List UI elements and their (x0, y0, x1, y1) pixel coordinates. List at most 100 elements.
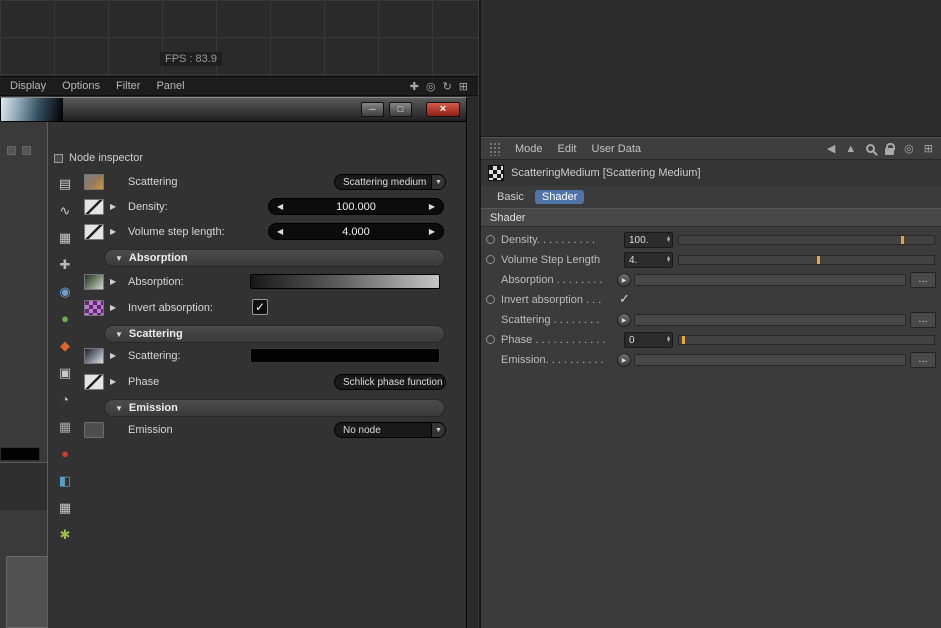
scattering-shader-field[interactable] (634, 314, 906, 326)
phase-slider[interactable] (678, 335, 935, 345)
checker-icon[interactable]: ▦ (56, 417, 74, 435)
scattering-section-header[interactable]: ▼ Scattering (104, 325, 445, 343)
volume-step-input[interactable]: 4. ▴ ▾ (624, 252, 673, 268)
tab-basic[interactable]: Basic (490, 190, 531, 204)
rotate-icon[interactable]: ↻ (443, 80, 452, 93)
absorption-section-header[interactable]: ▼ Absorption (104, 249, 445, 267)
checker-thumbnail-icon[interactable] (84, 300, 104, 316)
absorption-gradient-field[interactable] (250, 274, 440, 289)
scattering-color-field[interactable] (250, 348, 440, 363)
keyframe-dot[interactable] (486, 295, 495, 304)
tab-shader[interactable]: Shader (534, 189, 585, 204)
picture-icon[interactable]: ▦ (56, 498, 74, 516)
density-slider[interactable] (678, 235, 935, 245)
volume-step-slider[interactable] (678, 255, 935, 265)
menu-mode[interactable]: Mode (515, 143, 543, 155)
blue-material-icon[interactable]: ◉ (56, 282, 74, 300)
monitor-icon[interactable]: ▣ (56, 363, 74, 381)
phase-input[interactable]: 0 ▴ ▾ (624, 332, 673, 348)
section-collapse-icon[interactable]: ▼ (115, 254, 123, 263)
gradient-thumbnail-icon[interactable] (84, 348, 104, 364)
spinner-icon[interactable]: ▴ ▾ (667, 235, 672, 244)
spinner-icon[interactable]: ▴ ▾ (667, 335, 672, 344)
spline-icon[interactable]: ∿ (56, 201, 74, 219)
expander-icon[interactable]: ▶ (110, 202, 116, 211)
absorption-browse-button[interactable]: ... (910, 272, 936, 288)
menu-filter[interactable]: Filter (116, 80, 140, 92)
minimize-button[interactable]: ─ (361, 102, 384, 117)
red-material-icon[interactable]: ● (56, 444, 74, 462)
viewport-3d[interactable]: FPS : 83.9 (0, 0, 478, 76)
star-icon[interactable]: ✱ (56, 525, 74, 543)
keyframe-dot[interactable] (486, 255, 495, 264)
expand-play-icon[interactable]: ▶ (617, 273, 631, 287)
orange-drop-icon[interactable]: ◆ (56, 336, 74, 354)
axis-icon[interactable]: ✚ (56, 255, 74, 273)
expander-icon[interactable]: ▶ (110, 351, 116, 360)
emission-section-header[interactable]: ▼ Emission (104, 399, 445, 417)
sidebar-mini-icon[interactable] (7, 146, 16, 155)
increment-icon[interactable]: ▶ (429, 202, 435, 211)
drag-handle[interactable] (489, 141, 500, 156)
invert-absorption-checkbox[interactable]: ✓ (252, 299, 268, 315)
slider-marker[interactable] (900, 236, 904, 244)
toggle-view-icon[interactable]: ⊞ (459, 80, 468, 93)
green-sphere-icon[interactable]: ● (56, 309, 74, 327)
expander-icon[interactable]: ▶ (110, 377, 116, 386)
maximize-button[interactable]: □ (389, 102, 412, 117)
cursor-icon[interactable]: ▲ (845, 143, 856, 155)
spinner-icon[interactable]: ▴ ▾ (667, 255, 672, 264)
menu-display[interactable]: Display (10, 80, 46, 92)
section-collapse-icon[interactable]: ▼ (115, 330, 123, 339)
expander-icon[interactable]: ▶ (110, 227, 116, 236)
sidebar-mini-icon[interactable] (22, 146, 31, 155)
slider-marker[interactable] (816, 256, 820, 264)
density-input[interactable]: 100. ▴ ▾ (624, 232, 673, 248)
expander-icon[interactable]: ▶ (110, 303, 116, 312)
add-panel-icon[interactable]: ⊞ (924, 142, 933, 155)
menu-options[interactable]: Options (62, 80, 100, 92)
curve-thumbnail-icon[interactable] (84, 374, 104, 390)
density-label: Density. . . . . . . . . . (501, 234, 595, 246)
layers-icon[interactable]: ▤ (56, 174, 74, 192)
lock-icon[interactable] (885, 142, 896, 155)
phase-function-dropdown[interactable]: Schlick phase function ▼ (334, 374, 446, 390)
gradient-thumbnail-icon[interactable] (84, 274, 104, 290)
dolly-icon[interactable]: ◎ (426, 80, 436, 93)
expand-play-icon[interactable]: ▶ (617, 313, 631, 327)
shader-section-header[interactable]: Shader (481, 208, 941, 227)
menu-user-data[interactable]: User Data (592, 143, 642, 155)
pan-icon[interactable]: ✚ (410, 80, 419, 93)
expand-play-icon[interactable]: ▶ (617, 353, 631, 367)
density-input[interactable]: ◀ 100.000 ▶ (268, 198, 444, 215)
target-icon[interactable]: ◎ (904, 142, 914, 155)
menu-edit[interactable]: Edit (558, 143, 577, 155)
color-swatch-black[interactable] (0, 447, 40, 461)
medium-type-dropdown[interactable]: Scattering medium ▼ (334, 174, 446, 190)
close-button[interactable]: × (426, 102, 460, 117)
invert-absorption-checkbox[interactable]: ✓ (619, 291, 630, 307)
cyan-layers-icon[interactable]: ◧ (56, 471, 74, 489)
volume-step-input[interactable]: ◀ 4.000 ▶ (268, 223, 444, 240)
search-icon[interactable] (866, 144, 876, 153)
history-back-icon[interactable]: ◀ (827, 142, 835, 155)
node-inspector-window-titlebar[interactable]: ─ □ × (0, 97, 467, 122)
emission-node-dropdown[interactable]: No node ▼ (334, 422, 446, 438)
curve-thumbnail-icon[interactable] (84, 224, 104, 240)
slider-marker[interactable] (681, 336, 685, 344)
keyframe-dot[interactable] (486, 235, 495, 244)
medium-thumbnail-icon[interactable] (84, 174, 104, 190)
scattering-browse-button[interactable]: ... (910, 312, 936, 328)
emission-shader-field[interactable] (634, 354, 906, 366)
menu-panel[interactable]: Panel (156, 80, 184, 92)
absorption-shader-field[interactable] (634, 274, 906, 286)
increment-icon[interactable]: ▶ (429, 227, 435, 236)
curve-thumbnail-icon[interactable] (84, 199, 104, 215)
expander-icon[interactable]: ▶ (110, 277, 116, 286)
section-collapse-icon[interactable]: ▼ (115, 404, 123, 413)
image-icon[interactable]: ▦ (56, 228, 74, 246)
clock-icon[interactable]: ◔ (56, 390, 74, 408)
blank-thumbnail[interactable] (84, 422, 104, 438)
emission-browse-button[interactable]: ... (910, 352, 936, 368)
keyframe-dot[interactable] (486, 335, 495, 344)
